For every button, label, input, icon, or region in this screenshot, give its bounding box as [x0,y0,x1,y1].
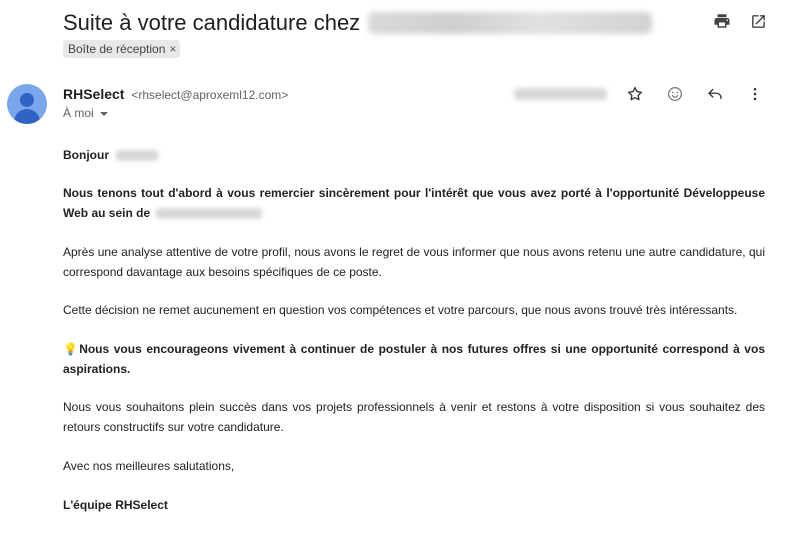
subject-row: Suite à votre candidature chez [63,6,771,40]
redacted-company-name [368,12,653,34]
emoji-icon[interactable] [666,85,684,103]
star-icon[interactable] [626,85,644,103]
paragraph-reassurance: Cette décision ne remet aucunement en qu… [63,303,738,317]
sender-email: <rhselect@aproxeml12.com> [131,88,289,102]
more-vertical-icon[interactable] [746,85,764,103]
message-actions [626,85,764,103]
avatar-head-shape [20,93,34,107]
label-chip-text: Boîte de réception [68,42,166,56]
avatar[interactable] [7,84,47,124]
paragraph-encouragement-text: Nous vous encourageons vivement à contin… [63,342,765,376]
chip-close-icon[interactable]: × [169,42,176,56]
closing: Avec nos meilleures salutations, [63,459,235,473]
open-in-new-window-icon[interactable] [749,12,767,30]
paragraph-decision: Après une analyse attentive de votre pro… [63,245,765,279]
redacted-recipient-name [116,150,159,162]
email-subject: Suite à votre candidature chez [63,10,361,35]
paragraph-encouragement: 💡Nous vous encourageons vivement à conti… [63,340,765,379]
recipient-label: À moi [63,106,94,120]
avatar-body-shape [14,109,40,124]
greeting-text: Bonjour [63,148,109,162]
recipient-dropdown[interactable]: À moi [63,106,108,120]
signature: L'équipe RHSelect [63,498,168,512]
chevron-down-icon [99,112,108,116]
email-view: Suite à votre candidature chez Boîte de … [0,0,791,533]
lightbulb-icon: 💡 [63,342,80,356]
redacted-date [514,88,607,100]
reply-icon[interactable] [706,85,724,103]
label-chip-inbox[interactable]: Boîte de réception × [63,40,181,58]
paragraph-wishes: Nous vous souhaitons plein succès dans v… [63,400,765,434]
greeting: Bonjour [63,146,159,166]
paragraph-thanks: Nous tenons tout d'abord à vous remercie… [63,184,765,223]
sender-name[interactable]: RHSelect [63,86,124,102]
print-icon[interactable] [713,12,731,30]
header-actions [713,12,767,30]
sender-line: RHSelect <rhselect@aproxeml12.com> [63,86,288,102]
redacted-company-inline [156,207,263,219]
